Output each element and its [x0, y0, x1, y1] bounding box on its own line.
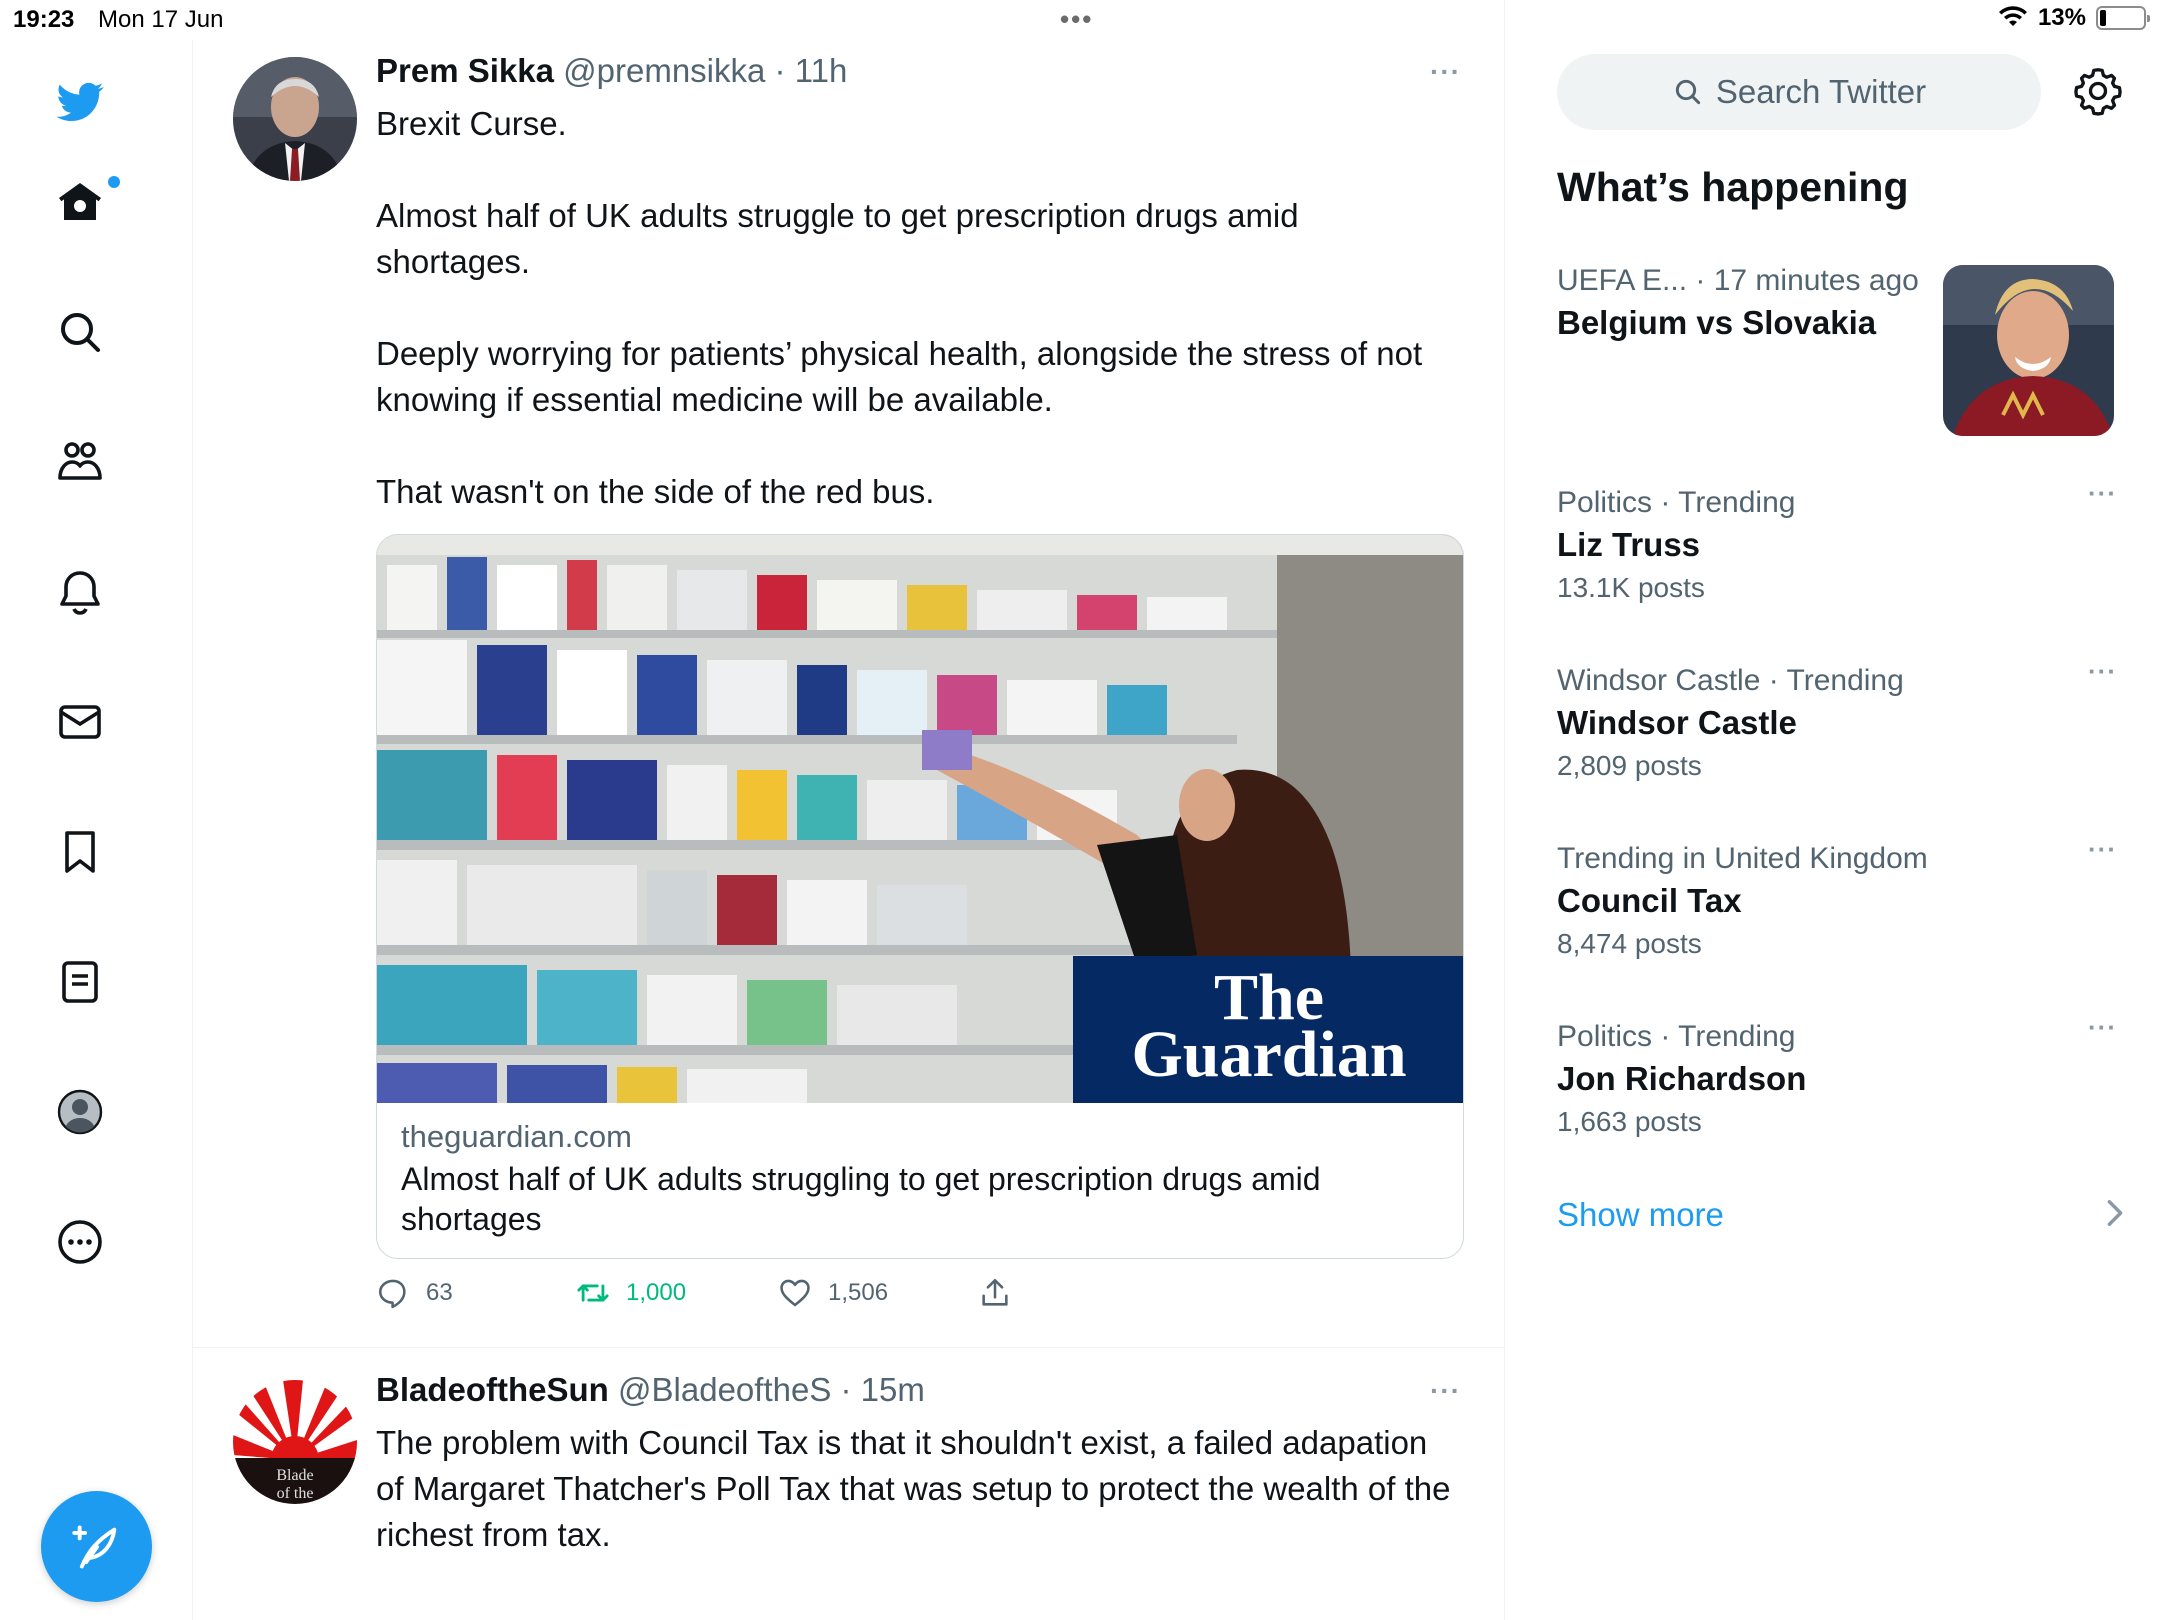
home-unread-dot — [108, 176, 120, 188]
tweet-author-avatar[interactable] — [233, 57, 357, 181]
like-button[interactable]: 1,506 — [778, 1276, 888, 1310]
list-icon — [62, 961, 98, 1003]
tweet-body: The problem with Council Tax is that it … — [376, 1420, 1456, 1558]
search-input[interactable]: Search Twitter — [1557, 54, 2041, 130]
avatar-text-line1: Blade — [276, 1467, 313, 1484]
tweet-paragraph: Deeply worrying for patients’ physical h… — [376, 335, 1423, 418]
trend-title: Liz Truss — [1557, 526, 1701, 563]
search-placeholder: Search Twitter — [1715, 73, 1927, 110]
tweet-paragraph: That wasn't on the side of the red bus. — [376, 473, 935, 510]
tweet[interactable]: Prem Sikka @premnsikka · 11h ··· Brexit … — [193, 0, 1504, 1347]
tweet-actions: 63 1,000 1,506 — [376, 1276, 1076, 1322]
nav-explore[interactable] — [56, 292, 104, 372]
twitter-logo-button[interactable] — [56, 62, 104, 142]
tweet-header: BladeoftheSun @BladeoftheS · 15m — [376, 1371, 925, 1408]
bookmark-icon — [65, 831, 95, 873]
trend-title: Jon Richardson — [1557, 1060, 1807, 1097]
trend-post-count: 2,809 posts — [1557, 750, 1702, 781]
trend-more-icon[interactable]: ··· — [2088, 1012, 2117, 1043]
link-card-image: The Guardian — [377, 535, 1463, 1103]
trend-title: Council Tax — [1557, 882, 1742, 919]
trend-more-icon[interactable]: ··· — [2088, 834, 2117, 865]
feather-plus-icon — [71, 1525, 116, 1568]
reply-icon — [378, 1279, 406, 1309]
mail-icon — [59, 705, 101, 739]
retweet-count: 1,000 — [626, 1279, 687, 1306]
status-time: 19:23 — [13, 6, 75, 33]
home-icon — [59, 183, 101, 220]
share-icon — [982, 1278, 1008, 1306]
tweet-time[interactable]: 15m — [861, 1371, 925, 1408]
like-count: 1,506 — [828, 1279, 889, 1306]
people-icon — [58, 442, 102, 480]
author-handle[interactable]: @BladeoftheS — [618, 1371, 831, 1408]
left-navigation — [0, 40, 193, 1620]
trend-context: Politics · Trending — [1557, 1020, 1796, 1053]
share-button[interactable] — [978, 1276, 1012, 1310]
link-card-domain: theguardian.com — [401, 1119, 632, 1154]
trend-item[interactable]: Politics · Trending Liz Truss 13.1K post… — [1557, 478, 2117, 604]
search-icon — [61, 313, 100, 352]
trend-post-count: 1,663 posts — [1557, 1106, 1702, 1137]
nav-notifications[interactable] — [56, 552, 104, 632]
trend-context: Windsor Castle · Trending — [1557, 664, 1904, 697]
tweet[interactable]: Blade of the BladeoftheSun @BladeoftheS … — [193, 1348, 1504, 1620]
nav-bookmarks[interactable] — [56, 812, 104, 892]
retweet-button[interactable]: 1,000 — [576, 1276, 686, 1310]
nav-more[interactable] — [56, 1202, 104, 1282]
tweet-author-avatar[interactable]: Blade of the — [233, 1380, 357, 1504]
author-name[interactable]: BladeoftheSun — [376, 1371, 609, 1408]
trend-item[interactable]: Politics · Trending Jon Richardson 1,663… — [1557, 1012, 2117, 1138]
trend-post-count: 8,474 posts — [1557, 928, 1702, 959]
show-more-link[interactable]: Show more — [1557, 1196, 1724, 1234]
link-card-title: Almost half of UK adults struggling to g… — [401, 1161, 1321, 1237]
link-card[interactable]: The Guardian theguardian.com Almost half… — [376, 534, 1464, 1259]
chevron-right-icon — [2107, 1200, 2123, 1226]
trend-context: Politics · Trending — [1557, 486, 1796, 519]
link-card-meta: theguardian.com Almost half of UK adults… — [401, 1119, 1441, 1239]
whats-happening-heading: What’s happening — [1557, 164, 1909, 210]
trend-more-icon[interactable]: ··· — [2088, 656, 2117, 687]
avatar-text-line2: of the — [277, 1485, 314, 1502]
tweet-body: Brexit Curse. Almost half of UK adults s… — [376, 101, 1456, 515]
reply-count: 63 — [426, 1279, 453, 1306]
trend-item[interactable]: Windsor Castle · Trending Windsor Castle… — [1557, 656, 2117, 782]
nav-profile[interactable] — [56, 1072, 104, 1152]
trend-title: Windsor Castle — [1557, 704, 1797, 741]
avatar-icon — [57, 1089, 103, 1135]
trend-context: Trending in United Kingdom — [1557, 842, 1928, 875]
tweet-paragraph: Almost half of UK adults struggle to get… — [376, 197, 1299, 280]
trend-thumbnail[interactable] — [1943, 265, 2114, 436]
tweet-time[interactable]: 11h — [795, 52, 848, 89]
more-circle-icon — [58, 1220, 102, 1264]
reply-button[interactable]: 63 — [376, 1276, 453, 1310]
settings-button[interactable] — [2073, 66, 2123, 116]
trend-item[interactable]: Trending in United Kingdom Council Tax 8… — [1557, 834, 2117, 960]
tweet-more-icon[interactable]: ··· — [1430, 56, 1461, 88]
trend-category: UEFA E... — [1557, 264, 1688, 297]
timeline: Prem Sikka @premnsikka · 11h ··· Brexit … — [193, 0, 1505, 1620]
retweet-icon — [577, 1284, 609, 1302]
nav-messages[interactable] — [56, 682, 104, 762]
bird-icon — [56, 82, 104, 121]
tweet-paragraph: Brexit Curse. — [376, 105, 567, 142]
author-name[interactable]: Prem Sikka — [376, 52, 554, 89]
bell-icon — [60, 571, 100, 615]
nav-home[interactable] — [56, 162, 104, 242]
trend-more-icon[interactable]: ··· — [2088, 478, 2117, 509]
nav-communities[interactable] — [56, 422, 104, 502]
tweet-header: Prem Sikka @premnsikka · 11h — [376, 52, 848, 89]
search-icon — [1675, 79, 1700, 105]
guardian-logo-line2: Guardian — [1131, 1018, 1406, 1091]
nav-lists[interactable] — [56, 942, 104, 1022]
right-sidebar: Search Twitter What’s happening UEFA E..… — [1505, 0, 2160, 1620]
trend-post-count: 13.1K posts — [1557, 572, 1705, 603]
trend-time: · 17 minutes ago — [1695, 264, 1919, 297]
compose-tweet-button[interactable] — [41, 1491, 152, 1602]
gear-icon — [2074, 68, 2122, 116]
heart-icon — [780, 1279, 810, 1307]
tweet-paragraph: The problem with Council Tax is that it … — [376, 1424, 1451, 1553]
tweet-more-icon[interactable]: ··· — [1430, 1375, 1461, 1407]
author-handle[interactable]: @premnsikka — [563, 52, 765, 89]
